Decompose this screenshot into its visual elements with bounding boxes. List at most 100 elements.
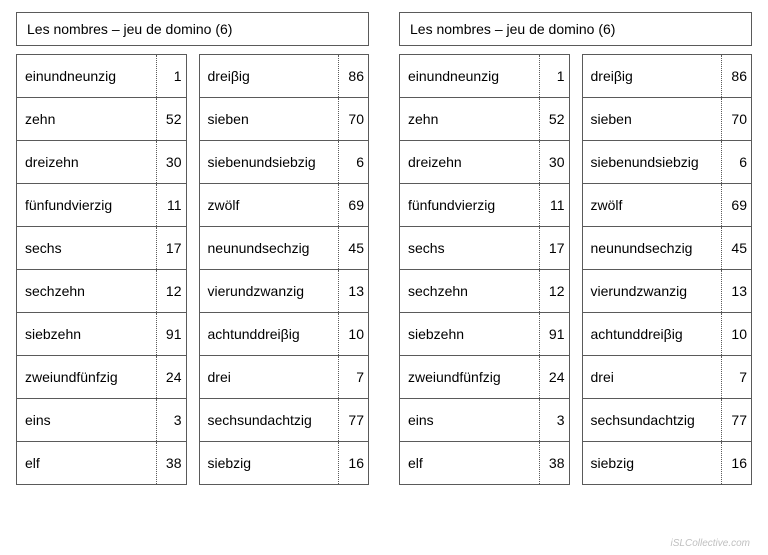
word-cell: drei	[200, 356, 339, 398]
num-cell: 30	[539, 141, 569, 183]
num-cell: 6	[338, 141, 368, 183]
word-cell: sechs	[400, 227, 539, 269]
num-cell: 16	[721, 442, 751, 484]
word-cell: sechzehn	[17, 270, 156, 312]
word-cell: siebenundsiebzig	[583, 141, 722, 183]
word-cell: elf	[17, 442, 156, 484]
num-cell: 12	[156, 270, 186, 312]
domino-row: siebzehn91	[399, 313, 570, 356]
num-cell: 91	[539, 313, 569, 355]
num-cell: 6	[721, 141, 751, 183]
num-cell: 16	[338, 442, 368, 484]
domino-row: vierundzwanzig13	[582, 270, 753, 313]
watermark: iSLCollective.com	[671, 538, 750, 549]
num-cell: 52	[539, 98, 569, 140]
word-cell: sechsundachtzig	[583, 399, 722, 441]
num-cell: 77	[338, 399, 368, 441]
word-cell: siebzig	[200, 442, 339, 484]
word-cell: achtunddreiβig	[583, 313, 722, 355]
word-cell: zweiundfünfzig	[400, 356, 539, 398]
sheet-right: Les nombres – jeu de domino (6) einundne…	[399, 12, 752, 485]
domino-row: neunundsechzig45	[199, 227, 370, 270]
word-cell: siebzehn	[17, 313, 156, 355]
word-cell: einundneunzig	[400, 55, 539, 97]
num-cell: 7	[721, 356, 751, 398]
word-cell: zehn	[17, 98, 156, 140]
word-cell: drei	[583, 356, 722, 398]
num-cell: 11	[156, 184, 186, 226]
word-cell: sieben	[583, 98, 722, 140]
num-cell: 11	[539, 184, 569, 226]
num-cell: 24	[156, 356, 186, 398]
word-cell: neunundsechzig	[200, 227, 339, 269]
domino-row: siebenundsiebzig6	[199, 141, 370, 184]
word-cell: einundneunzig	[17, 55, 156, 97]
word-cell: achtunddreiβig	[200, 313, 339, 355]
domino-row: vierundzwanzig13	[199, 270, 370, 313]
domino-row: fünfundvierzig11	[399, 184, 570, 227]
num-cell: 17	[156, 227, 186, 269]
domino-row: neunundsechzig45	[582, 227, 753, 270]
word-cell: dreizehn	[17, 141, 156, 183]
word-cell: zweiundfünfzig	[17, 356, 156, 398]
word-cell: sechzehn	[400, 270, 539, 312]
num-cell: 17	[539, 227, 569, 269]
domino-columns: einundneunzig1 zehn52 dreizehn30 fünfund…	[16, 54, 369, 485]
num-cell: 52	[156, 98, 186, 140]
word-cell: neunundsechzig	[583, 227, 722, 269]
num-cell: 1	[156, 55, 186, 97]
num-cell: 45	[721, 227, 751, 269]
domino-row: sieben70	[582, 98, 753, 141]
word-cell: elf	[400, 442, 539, 484]
domino-row: sieben70	[199, 98, 370, 141]
num-cell: 77	[721, 399, 751, 441]
domino-row: siebzehn91	[16, 313, 187, 356]
num-cell: 45	[338, 227, 368, 269]
domino-row: elf38	[16, 442, 187, 485]
domino-row: achtunddreiβig10	[199, 313, 370, 356]
domino-row: elf38	[399, 442, 570, 485]
num-cell: 7	[338, 356, 368, 398]
word-cell: dreiβig	[583, 55, 722, 97]
domino-row: sechsundachtzig77	[199, 399, 370, 442]
word-cell: siebzig	[583, 442, 722, 484]
column-2: dreiβig86 sieben70 siebenundsiebzig6 zwö…	[199, 54, 370, 485]
domino-row: sechzehn12	[399, 270, 570, 313]
domino-row: sechsundachtzig77	[582, 399, 753, 442]
word-cell: siebzehn	[400, 313, 539, 355]
domino-row: drei7	[582, 356, 753, 399]
domino-row: zweiundfünfzig24	[399, 356, 570, 399]
domino-row: zwölf69	[199, 184, 370, 227]
num-cell: 70	[721, 98, 751, 140]
num-cell: 70	[338, 98, 368, 140]
domino-row: siebenundsiebzig6	[582, 141, 753, 184]
domino-row: dreizehn30	[399, 141, 570, 184]
word-cell: sechs	[17, 227, 156, 269]
num-cell: 38	[539, 442, 569, 484]
word-cell: siebenundsiebzig	[200, 141, 339, 183]
domino-row: sechs17	[399, 227, 570, 270]
word-cell: zwölf	[583, 184, 722, 226]
num-cell: 10	[721, 313, 751, 355]
num-cell: 69	[721, 184, 751, 226]
domino-row: einundneunzig1	[399, 54, 570, 98]
num-cell: 12	[539, 270, 569, 312]
column-2: dreiβig86 sieben70 siebenundsiebzig6 zwö…	[582, 54, 753, 485]
domino-row: zehn52	[16, 98, 187, 141]
domino-row: sechs17	[16, 227, 187, 270]
sheet-left: Les nombres – jeu de domino (6) einundne…	[16, 12, 369, 485]
word-cell: dreizehn	[400, 141, 539, 183]
num-cell: 86	[721, 55, 751, 97]
num-cell: 13	[721, 270, 751, 312]
num-cell: 13	[338, 270, 368, 312]
word-cell: vierundzwanzig	[583, 270, 722, 312]
column-1: einundneunzig1 zehn52 dreizehn30 fünfund…	[16, 54, 187, 485]
worksheet-container: Les nombres – jeu de domino (6) einundne…	[16, 12, 752, 485]
num-cell: 86	[338, 55, 368, 97]
domino-row: siebzig16	[199, 442, 370, 485]
num-cell: 3	[539, 399, 569, 441]
domino-row: drei7	[199, 356, 370, 399]
domino-row: dreiβig86	[199, 54, 370, 98]
word-cell: zehn	[400, 98, 539, 140]
domino-row: einundneunzig1	[16, 54, 187, 98]
